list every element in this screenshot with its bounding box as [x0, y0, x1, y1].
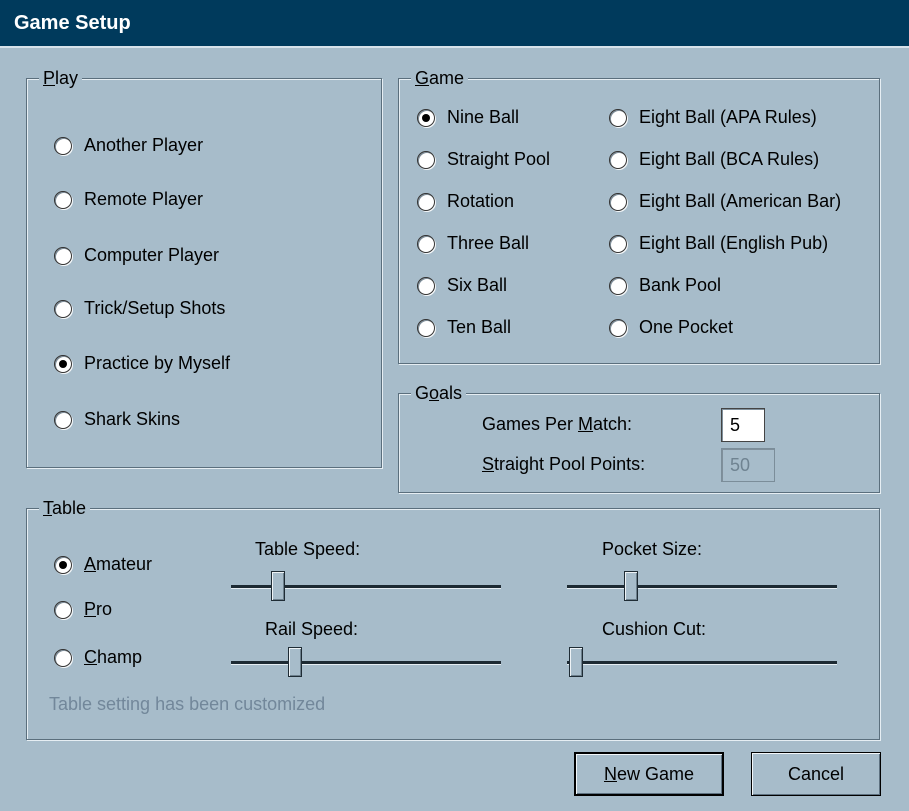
- radio-eight-ball-bca-label: Eight Ball (BCA Rules): [639, 149, 820, 169]
- radio-one-pocket-label: One Pocket: [639, 317, 734, 337]
- radio-eight-ball-american-bar-indicator[interactable]: [609, 192, 627, 211]
- cushion-cut-track: [567, 661, 837, 665]
- radio-another-player[interactable]: Another Player: [54, 135, 203, 156]
- radio-eight-ball-english-pub-label: Eight Ball (English Pub): [639, 233, 829, 253]
- radio-nine-ball[interactable]: Nine Ball: [417, 107, 519, 128]
- radio-eight-ball-english-pub[interactable]: Eight Ball (English Pub): [609, 233, 828, 254]
- goals-group: Goals Games Per Match: 5 Straight Pool P…: [398, 382, 880, 493]
- customized-note: Table setting has been customized: [49, 694, 326, 714]
- table-legend: Table: [39, 497, 91, 519]
- radio-trick-setup-shots[interactable]: Trick/Setup Shots: [54, 298, 225, 319]
- radio-champ-label: Champ: [84, 647, 143, 667]
- table-group: Table Amateur Pro Champ Table Speed: Poc…: [26, 497, 880, 740]
- radio-eight-ball-bca[interactable]: Eight Ball (BCA Rules): [609, 149, 819, 170]
- radio-shark-skins-indicator[interactable]: [54, 410, 72, 429]
- games-per-match-label: Games Per Match:: [482, 414, 633, 434]
- radio-straight-pool-label: Straight Pool: [447, 149, 551, 169]
- radio-rotation-label: Rotation: [447, 191, 515, 211]
- radio-eight-ball-apa[interactable]: Eight Ball (APA Rules): [609, 107, 817, 128]
- radio-eight-ball-apa-label: Eight Ball (APA Rules): [639, 107, 817, 127]
- rail-speed-label: Rail Speed:: [265, 619, 359, 639]
- cushion-cut-slider[interactable]: [567, 647, 837, 681]
- radio-shark-skins[interactable]: Shark Skins: [54, 409, 180, 430]
- radio-ten-ball[interactable]: Ten Ball: [417, 317, 511, 338]
- straight-pool-points-label: Straight Pool Points:: [482, 454, 646, 474]
- game-group: Game Nine Ball Straight Pool Rotation Th…: [398, 67, 880, 364]
- cushion-cut-thumb[interactable]: [569, 647, 583, 677]
- radio-eight-ball-apa-indicator[interactable]: [609, 108, 627, 127]
- title-bar: Game Setup: [0, 0, 909, 48]
- radio-bank-pool-indicator[interactable]: [609, 276, 627, 295]
- radio-practice-by-myself-indicator[interactable]: [54, 354, 72, 373]
- radio-rotation[interactable]: Rotation: [417, 191, 514, 212]
- radio-three-ball[interactable]: Three Ball: [417, 233, 529, 254]
- radio-eight-ball-american-bar[interactable]: Eight Ball (American Bar): [609, 191, 841, 212]
- radio-another-player-indicator[interactable]: [54, 136, 72, 155]
- radio-practice-by-myself[interactable]: Practice by Myself: [54, 353, 230, 374]
- cancel-button[interactable]: Cancel: [751, 752, 881, 796]
- radio-rotation-indicator[interactable]: [417, 192, 435, 211]
- table-speed-slider[interactable]: [231, 571, 501, 605]
- games-per-match-input[interactable]: 5: [721, 408, 765, 442]
- radio-straight-pool[interactable]: Straight Pool: [417, 149, 550, 170]
- radio-eight-ball-bca-indicator[interactable]: [609, 150, 627, 169]
- radio-bank-pool-label: Bank Pool: [639, 275, 722, 295]
- table-speed-thumb[interactable]: [270, 571, 285, 601]
- radio-remote-player[interactable]: Remote Player: [54, 189, 203, 210]
- radio-ten-ball-label: Ten Ball: [447, 317, 512, 337]
- rail-speed-thumb[interactable]: [288, 647, 303, 677]
- window-title: Game Setup: [14, 12, 131, 34]
- rail-speed-slider[interactable]: [231, 647, 501, 681]
- radio-nine-ball-indicator[interactable]: [417, 108, 435, 127]
- radio-six-ball-label: Six Ball: [447, 275, 508, 295]
- radio-champ[interactable]: Champ: [54, 647, 142, 668]
- rail-speed-track: [231, 661, 501, 665]
- goals-legend: Goals: [411, 382, 467, 404]
- radio-pro-label: Pro: [84, 599, 113, 619]
- radio-three-ball-label: Three Ball: [447, 233, 530, 253]
- radio-computer-player[interactable]: Computer Player: [54, 245, 219, 266]
- cushion-cut-label: Cushion Cut:: [602, 619, 707, 639]
- pocket-size-track: [567, 585, 837, 589]
- radio-trick-setup-shots-indicator[interactable]: [54, 299, 72, 318]
- game-legend: Game: [411, 67, 469, 89]
- radio-ten-ball-indicator[interactable]: [417, 318, 435, 337]
- radio-practice-by-myself-label: Practice by Myself: [84, 353, 231, 373]
- radio-amateur-label: Amateur: [84, 554, 153, 574]
- play-legend: Play: [39, 67, 83, 89]
- pocket-size-thumb[interactable]: [624, 571, 639, 601]
- straight-pool-points-input: 50: [721, 448, 775, 482]
- radio-remote-player-label: Remote Player: [84, 189, 204, 209]
- radio-nine-ball-label: Nine Ball: [447, 107, 520, 127]
- radio-straight-pool-indicator[interactable]: [417, 150, 435, 169]
- radio-computer-player-label: Computer Player: [84, 245, 220, 265]
- new-game-button[interactable]: New Game: [574, 752, 724, 796]
- radio-champ-indicator[interactable]: [54, 648, 72, 667]
- radio-pro[interactable]: Pro: [54, 599, 112, 620]
- radio-eight-ball-english-pub-indicator[interactable]: [609, 234, 627, 253]
- radio-pro-indicator[interactable]: [54, 600, 72, 619]
- radio-remote-player-indicator[interactable]: [54, 190, 72, 209]
- radio-six-ball[interactable]: Six Ball: [417, 275, 507, 296]
- new-game-label: New Game: [603, 763, 695, 784]
- table-speed-label: Table Speed:: [255, 539, 361, 559]
- radio-amateur[interactable]: Amateur: [54, 554, 152, 575]
- radio-shark-skins-label: Shark Skins: [84, 409, 181, 429]
- radio-trick-setup-shots-label: Trick/Setup Shots: [84, 298, 226, 318]
- radio-six-ball-indicator[interactable]: [417, 276, 435, 295]
- radio-one-pocket-indicator[interactable]: [609, 318, 627, 337]
- play-group: Play Another Player Remote Player Comput…: [26, 67, 382, 468]
- radio-another-player-label: Another Player: [84, 135, 204, 155]
- radio-amateur-indicator[interactable]: [54, 555, 72, 574]
- radio-bank-pool[interactable]: Bank Pool: [609, 275, 721, 296]
- pocket-size-label: Pocket Size:: [602, 539, 703, 559]
- radio-eight-ball-american-bar-label: Eight Ball (American Bar): [639, 191, 842, 211]
- pocket-size-slider[interactable]: [567, 571, 837, 605]
- radio-three-ball-indicator[interactable]: [417, 234, 435, 253]
- radio-one-pocket[interactable]: One Pocket: [609, 317, 733, 338]
- radio-computer-player-indicator[interactable]: [54, 246, 72, 265]
